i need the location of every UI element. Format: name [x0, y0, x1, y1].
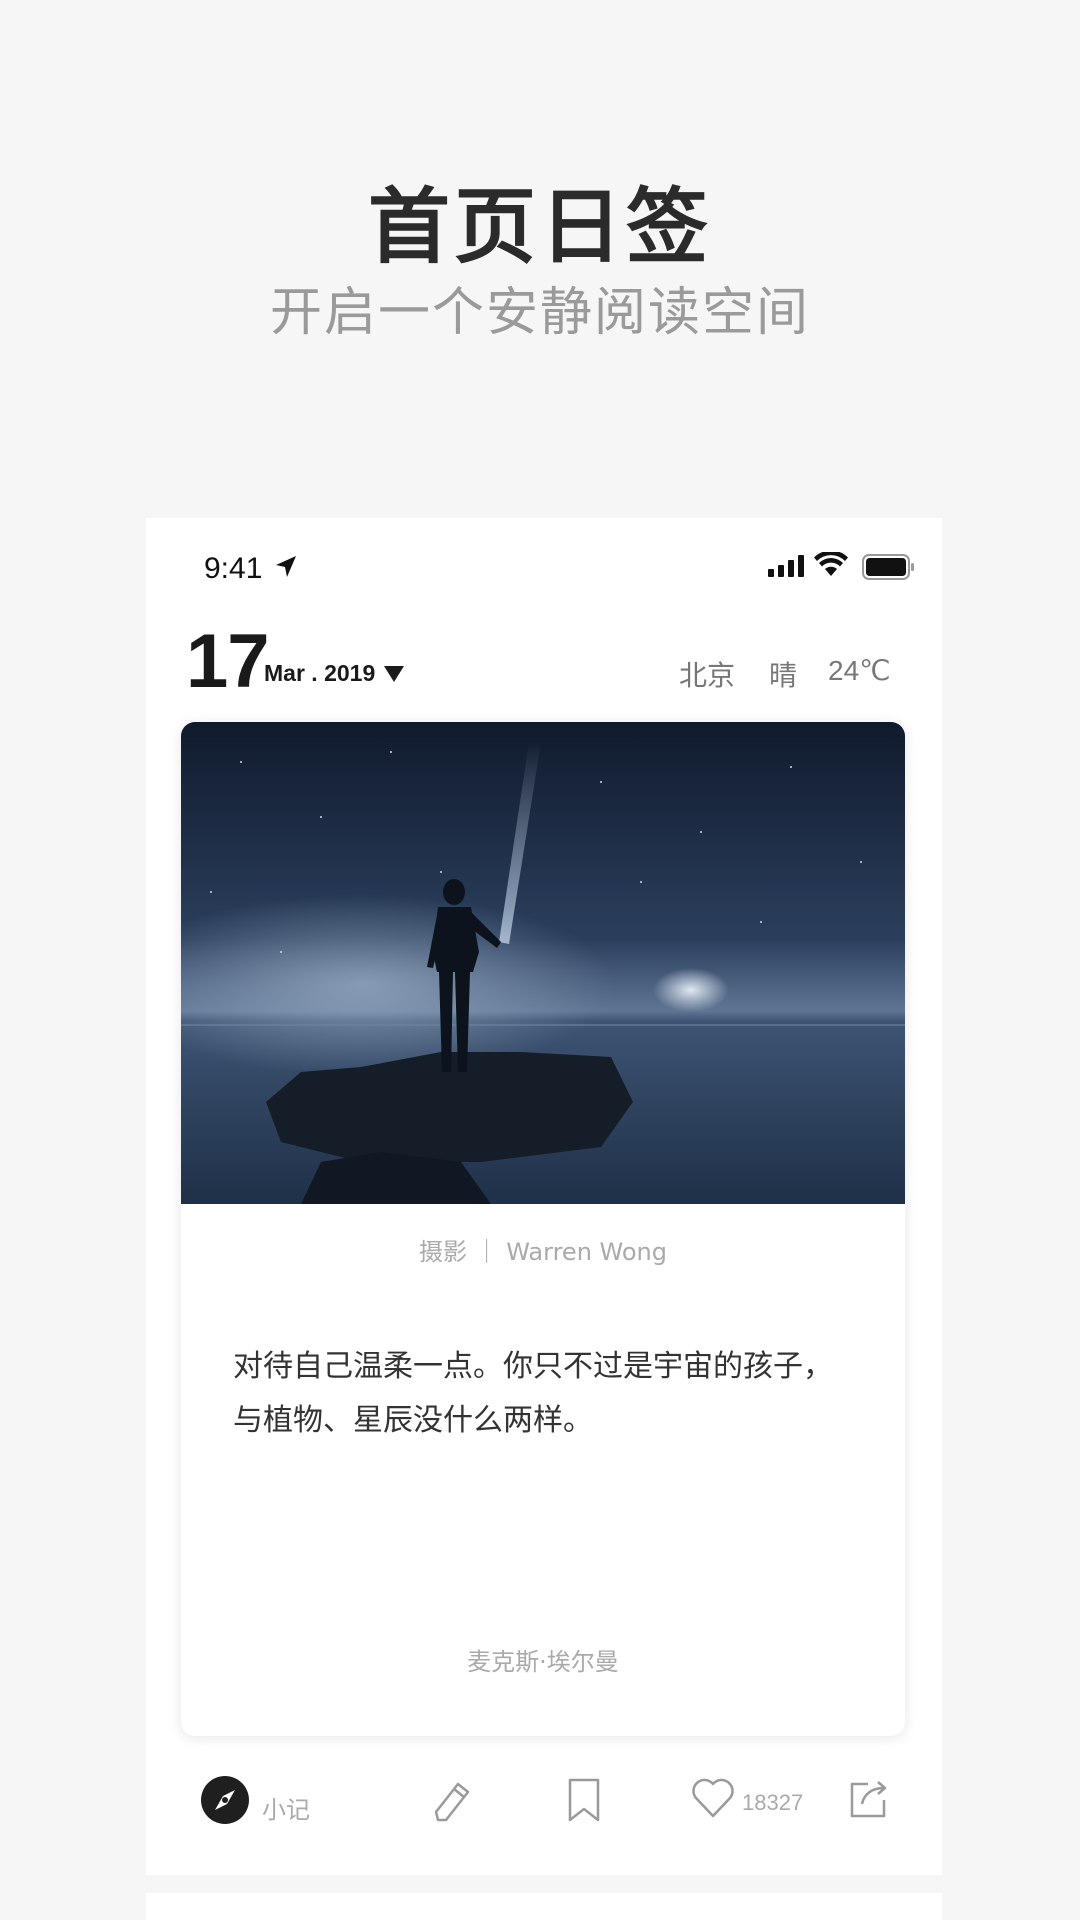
quote-text: 对待自己温柔一点。你只不过是宇宙的孩子，与植物、星辰没什么两样。: [233, 1349, 833, 1438]
signal-icon: [768, 555, 804, 577]
heart-icon[interactable]: [690, 1776, 736, 1820]
next-screen-edge: [146, 1893, 942, 1920]
note-label[interactable]: 小记: [262, 1790, 310, 1825]
daily-card[interactable]: 摄影 ｜ Warren Wong 对待自己温柔一点。你只不过是宇宙的孩子，与植物…: [181, 722, 905, 1736]
pencil-icon[interactable]: [430, 1776, 474, 1824]
date-month-year[interactable]: Mar . 2019: [264, 660, 375, 687]
weather-condition: 晴: [769, 659, 798, 692]
wifi-icon: [814, 552, 848, 576]
weather-city: 北京: [679, 659, 736, 692]
quote-author: 麦克斯·埃尔曼: [467, 1648, 619, 1676]
compass-icon[interactable]: [201, 1776, 249, 1824]
date-day: 17: [186, 619, 270, 704]
location-arrow-icon: [276, 556, 296, 577]
promo-title: 首页日签: [367, 180, 712, 275]
phone-screen: 9:41 17 Mar . 2019 北京 晴 24℃ 摄影 ｜ Warren …: [146, 518, 942, 1875]
like-count: 18327: [742, 1790, 804, 1815]
night-sea-photo: [181, 722, 905, 1204]
promo-subtitle: 开启一个安静阅读空间: [269, 283, 810, 343]
chevron-down-icon[interactable]: [384, 666, 404, 682]
share-icon[interactable]: [846, 1776, 892, 1822]
weather-temperature: 24℃: [828, 655, 891, 686]
bookmark-icon[interactable]: [564, 1776, 604, 1824]
photo-credit: 摄影 ｜ Warren Wong: [418, 1238, 667, 1266]
status-time: 9:41: [204, 552, 263, 585]
battery-icon: [862, 554, 914, 580]
